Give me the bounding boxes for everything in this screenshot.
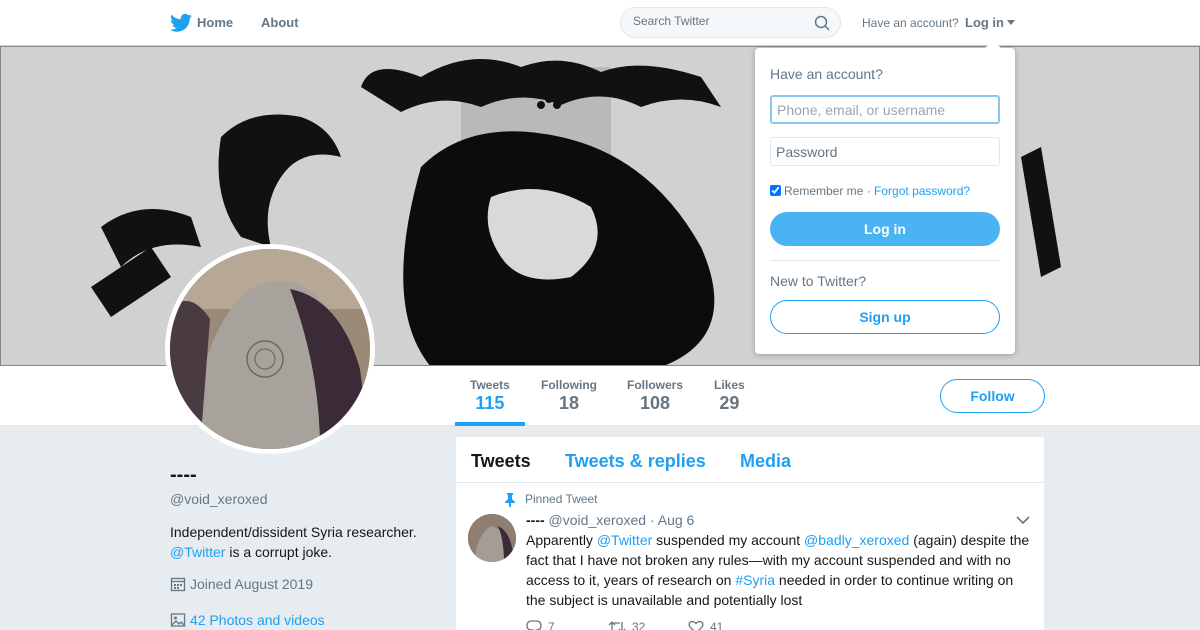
remember-row: Remember me · Forgot password? [770,184,970,198]
like-action[interactable]: 41 [688,620,723,630]
tab-tweets[interactable]: Tweets [471,451,531,472]
search-box[interactable] [620,7,841,38]
new-to-twitter-text: New to Twitter? [770,273,867,289]
password-field[interactable] [770,137,1000,166]
follow-button[interactable]: Follow [940,379,1045,413]
tweet-text: Apparently @Twitter suspended my account… [526,530,1031,610]
reply-count: 7 [548,620,555,630]
stat-followers[interactable]: Followers 108 [627,378,683,414]
image-icon [170,613,186,627]
login-dropdown-title: Have an account? [770,66,883,82]
retweet-icon [608,621,626,630]
remember-me-label[interactable]: Remember me [784,184,863,198]
timeline: Tweets Tweets & replies Media Pinned Twe… [456,437,1044,630]
joined-date: Joined August 2019 [170,576,313,592]
like-count: 41 [710,620,724,630]
stat-following-value: 18 [558,393,580,413]
profile-handle[interactable]: @void_xeroxed [170,491,268,507]
stat-tweets[interactable]: Tweets 115 [455,378,525,426]
retweet-action[interactable]: 32 [608,620,645,630]
heart-icon [688,620,704,630]
stat-likes-label: Likes [714,378,745,392]
avatar-image [170,249,370,449]
pin-icon [505,493,515,507]
stat-following-label: Following [541,378,597,392]
profile-avatar[interactable] [165,244,375,454]
reply-icon [526,620,542,630]
tweet-text-part: suspended my account [652,532,805,548]
login-dropdown-toggle[interactable]: Log in [965,15,1015,30]
stat-followers-value: 108 [639,393,671,413]
tab-tweets-replies[interactable]: Tweets & replies [565,451,706,472]
twitter-bird-icon[interactable] [170,13,192,33]
signup-button[interactable]: Sign up [770,300,1000,334]
search-icon[interactable] [814,15,830,31]
bio-text-rest: is a corrupt joke. [229,544,333,560]
tweet-header: ---- @void_xeroxed · Aug 6 [526,512,694,528]
nav-home-link[interactable]: Home [197,15,233,30]
login-dropdown: Have an account? Remember me · Forgot pa… [755,40,1015,354]
login-toggle-label[interactable]: Log in [965,15,1004,30]
nav-about-link[interactable]: About [261,15,299,30]
profile-bio: Independent/dissident Syria researcher. … [170,522,440,562]
reply-action[interactable]: 7 [526,620,555,630]
tweet-hashtag-syria[interactable]: #Syria [735,572,775,588]
profile-display-name[interactable]: ---- [170,464,197,487]
stat-likes[interactable]: Likes 29 [714,378,745,414]
bio-mention-link[interactable]: @Twitter [170,544,225,560]
stat-followers-label: Followers [627,378,684,392]
tweet-author-name[interactable]: ---- [526,512,545,528]
tweet-mention-badly-xeroxed[interactable]: @badly_xeroxed [804,532,909,548]
caret-down-icon [1007,20,1015,25]
pinned-label: Pinned Tweet [525,492,598,506]
tab-media[interactable]: Media [740,451,791,472]
stat-tweets-label: Tweets [470,378,510,392]
search-input[interactable] [633,14,813,28]
tweet-separator: · [649,512,655,528]
bio-text: Independent/dissident Syria researcher. [170,524,417,540]
retweet-count: 32 [632,620,646,630]
stat-following[interactable]: Following 18 [541,378,597,414]
login-button[interactable]: Log in [770,212,1000,246]
calendar-icon [170,577,186,592]
remember-me-checkbox[interactable] [770,185,781,196]
tweet-avatar[interactable] [468,514,516,562]
stat-tweets-value: 115 [475,393,505,413]
photos-text[interactable]: 42 Photos and videos [190,612,325,628]
remember-separator: · [866,184,871,198]
stat-likes-value: 29 [719,393,740,413]
tweet-mention-twitter[interactable]: @Twitter [597,532,652,548]
tweet-author-handle[interactable]: @void_xeroxed [549,512,647,528]
forgot-password-link[interactable]: Forgot password? [874,184,970,198]
timeline-tabs: Tweets Tweets & replies Media [456,437,1044,483]
dropdown-divider [770,260,1000,261]
tweet-text-part: Apparently [526,532,597,548]
photos-link[interactable]: 42 Photos and videos [170,612,325,628]
tweet-avatar-image [468,514,516,562]
username-field[interactable] [770,95,1000,124]
top-nav: Home About Have an account? Log in [0,0,1200,46]
tweet-date[interactable]: Aug 6 [658,512,695,528]
joined-text: Joined August 2019 [190,576,313,592]
chevron-down-icon[interactable] [1016,515,1030,525]
have-account-text: Have an account? [862,16,959,30]
